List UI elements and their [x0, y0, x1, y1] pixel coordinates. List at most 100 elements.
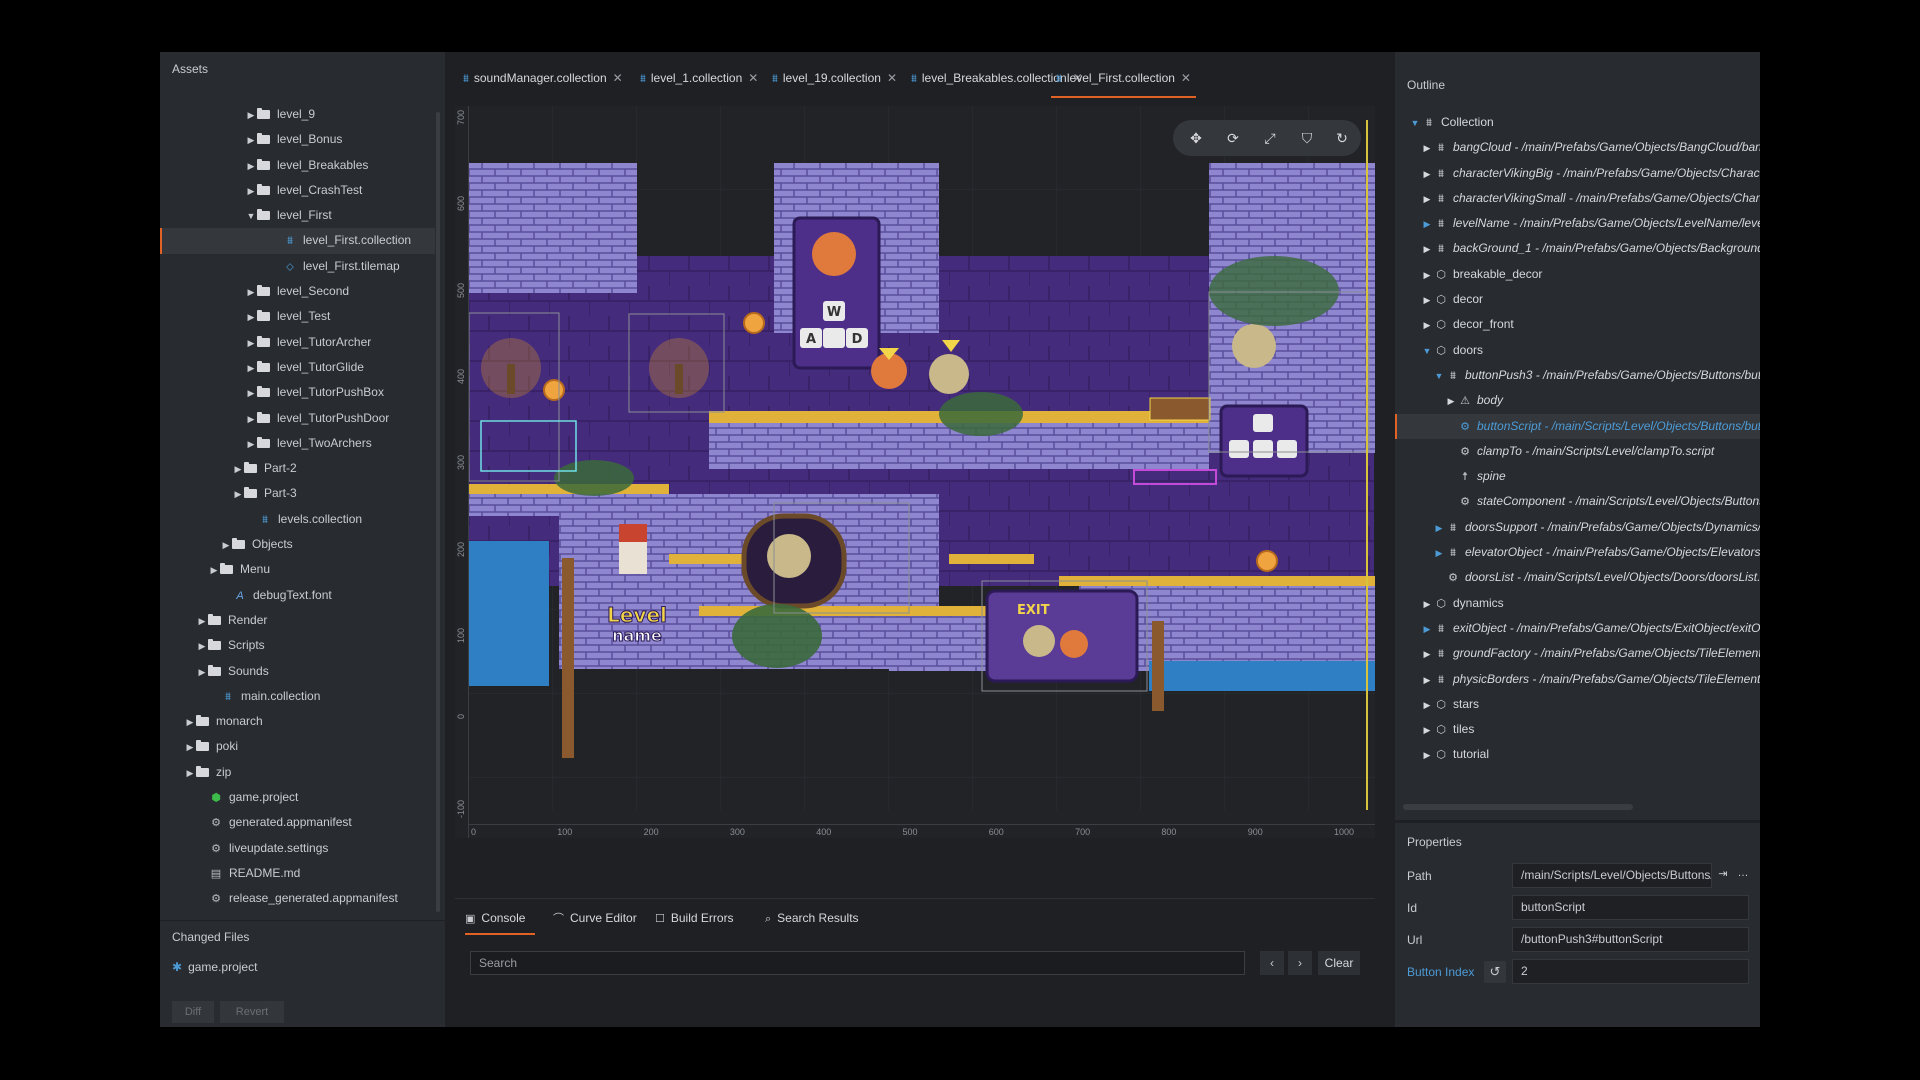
collapsed-arrow-icon[interactable]: ▶	[245, 280, 257, 305]
collapsed-arrow-icon[interactable]: ▶	[184, 735, 196, 760]
collapsed-arrow-icon[interactable]: ▶	[1421, 313, 1433, 338]
outline-item-collection[interactable]: ▼ ⩩ Collection	[1395, 110, 1760, 135]
asset-item-readme-md[interactable]: ▤ README.md	[160, 861, 435, 886]
asset-item-generated-appmanifest[interactable]: ⚙ generated.appmanifest	[160, 810, 435, 835]
close-icon[interactable]: ✕	[1181, 71, 1191, 85]
asset-item-game-project[interactable]: ⬢ game.project	[160, 785, 435, 810]
collapsed-arrow-icon[interactable]: ▶	[232, 482, 244, 507]
expanded-arrow-icon[interactable]: ▼	[1409, 111, 1421, 136]
outline-item-decor-front[interactable]: ▶ ⬡ decor_front	[1395, 312, 1760, 337]
asset-item-sounds[interactable]: ▶ Sounds	[160, 659, 435, 684]
asset-item-level-tutorpushdoor[interactable]: ▶ level_TutorPushDoor	[160, 406, 435, 431]
outline-item-exitobject[interactable]: ▶ ⩩ exitObject - /main/Prefabs/Game/Object…	[1395, 616, 1760, 641]
collapsed-arrow-icon[interactable]: ▶	[196, 660, 208, 685]
outline-item-breakable-decor[interactable]: ▶ ⬡ breakable_decor	[1395, 262, 1760, 287]
asset-item-level-first[interactable]: ▼ level_First	[160, 203, 435, 228]
collapsed-arrow-icon[interactable]: ▶	[245, 381, 257, 406]
collapsed-arrow-icon[interactable]: ▶	[196, 609, 208, 634]
outline-scrollbar[interactable]	[1403, 804, 1633, 810]
collapsed-arrow-icon[interactable]: ▶	[245, 407, 257, 432]
collapsed-arrow-icon[interactable]: ▶	[1445, 389, 1457, 414]
collapsed-arrow-icon[interactable]: ▶	[1421, 718, 1433, 743]
close-icon[interactable]: ✕	[887, 71, 897, 85]
asset-item-main-collection[interactable]: ⩩ main.collection	[160, 684, 435, 709]
clear-button[interactable]: Clear	[1318, 951, 1360, 975]
url-field[interactable]: /buttonPush3#buttonScript	[1512, 927, 1749, 952]
collapsed-arrow-icon[interactable]: ▶	[1421, 136, 1433, 161]
expanded-arrow-icon[interactable]: ▼	[245, 204, 257, 229]
diff-button[interactable]: Diff	[172, 1001, 214, 1023]
collapsed-arrow-icon[interactable]: ▶	[245, 128, 257, 153]
button-index-field[interactable]: 2	[1512, 959, 1749, 984]
asset-item-debugtext-font[interactable]: AdebugText.font	[160, 583, 435, 608]
outline-item-spine[interactable]: ☨ spine	[1395, 464, 1760, 489]
outline-item-background-1[interactable]: ▶ ⩩ backGround_1 - /main/Prefabs/Game/Obje…	[1395, 236, 1760, 261]
outline-item-buttonpush3[interactable]: ▼ ⩩ buttonPush3 - /main/Prefabs/Game/Objec…	[1395, 363, 1760, 388]
collapsed-arrow-icon[interactable]: ▶	[1421, 668, 1433, 693]
collapsed-arrow-icon[interactable]: ▶	[245, 179, 257, 204]
collapsed-arrow-icon[interactable]: ▶	[1421, 263, 1433, 288]
outline-item-buttonscript[interactable]: ⚙ buttonScript - /main/Scripts/Level/Obje…	[1395, 413, 1760, 440]
collapsed-arrow-icon[interactable]: ▶	[232, 457, 244, 482]
collapsed-arrow-icon[interactable]: ▶	[1421, 617, 1433, 642]
outline-item-tiles[interactable]: ▶ ⬡ tiles	[1395, 717, 1760, 742]
asset-item-levels-collection[interactable]: ⩩ levels.collection	[160, 507, 435, 532]
asset-item-level-second[interactable]: ▶ level_Second	[160, 279, 435, 304]
asset-item-menu[interactable]: ▶ Menu	[160, 557, 435, 582]
asset-item-level-crashtest[interactable]: ▶ level_CrashTest	[160, 178, 435, 203]
close-icon[interactable]: ✕	[613, 71, 623, 85]
collapsed-arrow-icon[interactable]: ▶	[1421, 743, 1433, 768]
asset-item-poki[interactable]: ▶ poki	[160, 734, 435, 759]
tab-search-results[interactable]: ⌕ Search Results	[765, 905, 859, 935]
collapsed-arrow-icon[interactable]: ▶	[245, 305, 257, 330]
asset-item-zip[interactable]: ▶ zip	[160, 760, 435, 785]
expanded-arrow-icon[interactable]: ▼	[1433, 364, 1445, 389]
asset-item-objects[interactable]: ▶ Objects	[160, 532, 435, 557]
tab-curve-editor[interactable]: ⌒ Curve Editor	[553, 905, 637, 935]
collapsed-arrow-icon[interactable]: ▶	[196, 634, 208, 659]
collapsed-arrow-icon[interactable]: ▶	[245, 331, 257, 356]
tab-soundmanager-collection[interactable]: ⩩ soundManager.collection ✕	[463, 68, 623, 98]
collapsed-arrow-icon[interactable]: ▶	[245, 103, 257, 128]
outline-item-tutorial[interactable]: ▶ ⬡ tutorial	[1395, 742, 1760, 767]
collapsed-arrow-icon[interactable]: ▶	[1421, 212, 1433, 237]
collapsed-arrow-icon[interactable]: ▶	[184, 710, 196, 735]
collapsed-arrow-icon[interactable]: ▶	[1421, 642, 1433, 667]
asset-item-level-tutorpushbox[interactable]: ▶ level_TutorPushBox	[160, 380, 435, 405]
outline-item-levelname[interactable]: ▶ ⩩ levelName - /main/Prefabs/Game/Objects…	[1395, 211, 1760, 236]
outline-item-doorslist[interactable]: ⚙ doorsList - /main/Scripts/Level/Objects…	[1395, 565, 1760, 590]
outline-item-charactervikingbig[interactable]: ▶ ⩩ characterVikingBig - /main/Prefabs/Gam…	[1395, 161, 1760, 186]
outline-item-physicborders[interactable]: ▶ ⩩ physicBorders - /main/Prefabs/Game/Obj…	[1395, 667, 1760, 692]
asset-item-level-9[interactable]: ▶ level_9	[160, 102, 435, 127]
collapsed-arrow-icon[interactable]: ▶	[220, 533, 232, 558]
id-field[interactable]: buttonScript	[1512, 895, 1749, 920]
outline-item-clampto[interactable]: ⚙ clampTo - /main/Scripts/Level/clampTo.s…	[1395, 439, 1760, 464]
asset-item-level-tutorarcher[interactable]: ▶ level_TutorArcher	[160, 330, 435, 355]
outline-item-dynamics[interactable]: ▶ ⬡ dynamics	[1395, 591, 1760, 616]
collapsed-arrow-icon[interactable]: ▶	[245, 432, 257, 457]
asset-item-monarch[interactable]: ▶ monarch	[160, 709, 435, 734]
move-tool-icon[interactable]: ✥	[1185, 127, 1207, 149]
assets-scrollbar[interactable]	[436, 112, 440, 912]
asset-item-level-first-collection[interactable]: ⩩ level_First.collection	[160, 228, 435, 255]
revert-button[interactable]: Revert	[220, 1001, 284, 1023]
collapsed-arrow-icon[interactable]: ▶	[1421, 162, 1433, 187]
outline-item-body[interactable]: ▶ ⚠ body	[1395, 388, 1760, 413]
tab-level-19-collection[interactable]: ⩩ level_19.collection ✕	[772, 68, 897, 98]
collapsed-arrow-icon[interactable]: ▶	[1421, 237, 1433, 262]
scene-viewport[interactable]: 7006005004003002001000-100-200 010020030…	[455, 106, 1375, 838]
asset-item-part-2[interactable]: ▶ Part-2	[160, 456, 435, 481]
collapsed-arrow-icon[interactable]: ▶	[1421, 592, 1433, 617]
outline-item-elevatorobject[interactable]: ▶ ⩩ elevatorObject - /main/Prefabs/Game/Ob…	[1395, 540, 1760, 565]
asset-item-scripts[interactable]: ▶ Scripts	[160, 633, 435, 658]
tab-build-errors[interactable]: ☐ Build Errors	[655, 905, 734, 935]
asset-item-level-test[interactable]: ▶ level_Test	[160, 304, 435, 329]
collapsed-arrow-icon[interactable]: ▶	[184, 761, 196, 786]
previous-match-button[interactable]: ‹	[1260, 951, 1284, 975]
asset-item-part-3[interactable]: ▶ Part-3	[160, 481, 435, 506]
console-search-input[interactable]	[470, 951, 1245, 975]
asset-item-release-generated-appmanifest[interactable]: ⚙ release_generated.appmanifest	[160, 886, 435, 911]
outline-item-bangcloud[interactable]: ▶ ⩩ bangCloud - /main/Prefabs/Game/Objects…	[1395, 135, 1760, 160]
outline-item-stars[interactable]: ▶ ⬡ stars	[1395, 692, 1760, 717]
asset-item-level-bonus[interactable]: ▶ level_Bonus	[160, 127, 435, 152]
